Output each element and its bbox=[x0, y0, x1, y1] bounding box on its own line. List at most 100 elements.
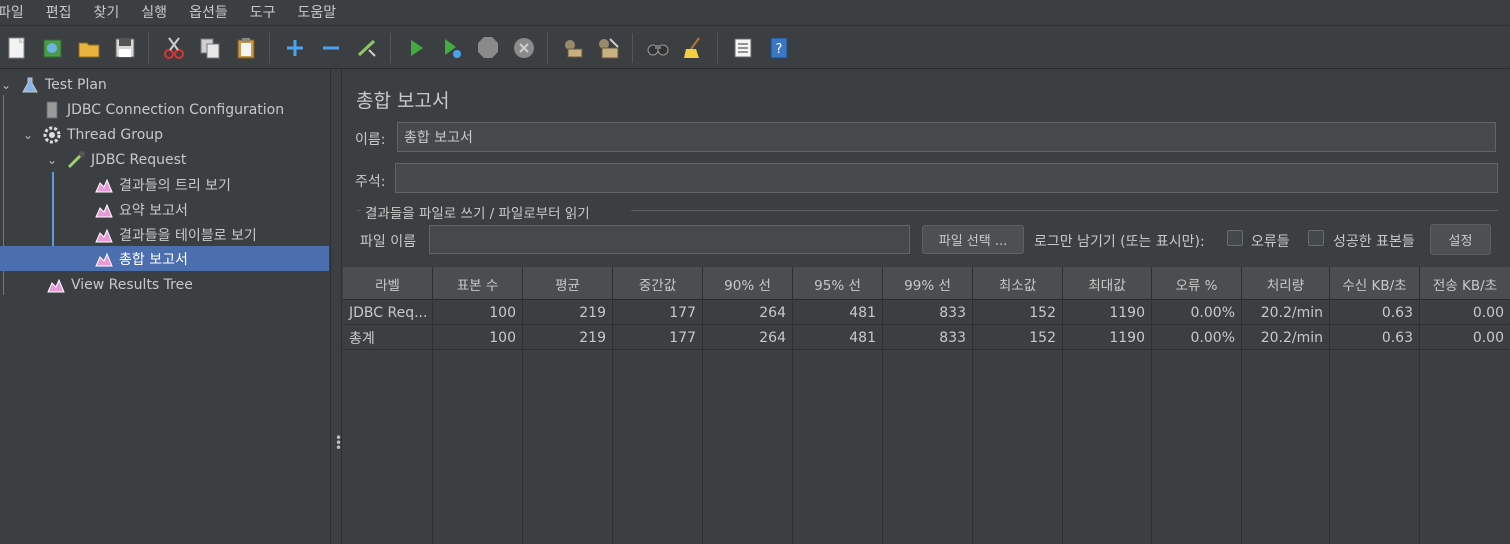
expand-icon[interactable] bbox=[280, 33, 310, 63]
menu-search[interactable]: 찾기 bbox=[94, 0, 120, 26]
errors-checkbox[interactable] bbox=[1227, 230, 1243, 246]
chevron-down-icon[interactable]: ⌄ bbox=[22, 128, 34, 142]
column-divider bbox=[1329, 300, 1330, 544]
column-header-95-line[interactable]: 95% 선 bbox=[793, 267, 883, 300]
collapse-icon[interactable] bbox=[316, 33, 346, 63]
tree-item-aggregate-report[interactable]: 총합 보고서 bbox=[0, 246, 329, 271]
comment-field[interactable] bbox=[395, 163, 1498, 193]
menu-run[interactable]: 실행 bbox=[141, 0, 167, 26]
cell-median: 177 bbox=[613, 325, 703, 350]
help-icon[interactable]: ? bbox=[764, 33, 794, 63]
column-divider bbox=[432, 300, 433, 544]
toolbar: ? bbox=[0, 27, 1510, 69]
filename-field[interactable] bbox=[429, 225, 910, 254]
clear-all-icon[interactable] bbox=[594, 33, 624, 63]
column-header-median[interactable]: 중간값 bbox=[613, 267, 703, 300]
stop-icon[interactable] bbox=[473, 33, 503, 63]
tree-item-label: 총합 보고서 bbox=[119, 251, 188, 268]
column-header-max[interactable]: 최대값 bbox=[1063, 267, 1152, 300]
menu-help[interactable]: 도움말 bbox=[297, 0, 336, 26]
paste-icon[interactable] bbox=[231, 33, 261, 63]
column-header-99-line[interactable]: 99% 선 bbox=[883, 267, 973, 300]
column-header-error-percent[interactable]: 오류 % bbox=[1152, 267, 1242, 300]
tree-item-summary-report[interactable]: 요약 보고서 bbox=[94, 197, 188, 222]
table-row[interactable]: JDBC Req... 100 219 177 264 481 833 152 … bbox=[343, 300, 1510, 325]
templates-icon[interactable] bbox=[38, 33, 68, 63]
shutdown-icon[interactable] bbox=[509, 33, 539, 63]
cell-sent-kb: 0.00 bbox=[1472, 329, 1504, 346]
cell-received-kb: 0.63 bbox=[1330, 300, 1420, 325]
cell-average: 219 bbox=[523, 325, 613, 350]
table-row[interactable]: 총계 100 219 177 264 481 833 152 1190 0.00… bbox=[343, 325, 1510, 350]
column-divider bbox=[1241, 300, 1242, 544]
name-field[interactable]: 총합 보고서 bbox=[397, 122, 1496, 152]
reset-search-icon[interactable] bbox=[679, 33, 709, 63]
tree-item-view-results-tree-kr[interactable]: 결과들의 트리 보기 bbox=[94, 172, 231, 197]
clear-icon[interactable] bbox=[558, 33, 588, 63]
toolbar-separator bbox=[390, 32, 391, 63]
column-header-samples[interactable]: 표본 수 bbox=[433, 267, 523, 300]
toggle-icon[interactable] bbox=[352, 33, 382, 63]
listener-icon bbox=[94, 200, 114, 220]
tree-item-label: 요약 보고서 bbox=[119, 202, 188, 219]
listener-icon bbox=[94, 225, 114, 245]
cell-90-line: 264 bbox=[703, 325, 793, 350]
tree-item-view-results-tree[interactable]: View Results Tree bbox=[46, 272, 193, 297]
toolbar-separator bbox=[148, 32, 149, 63]
pane-splitter[interactable]: • • • bbox=[330, 70, 342, 544]
tree-item-label: 결과들을 테이블로 보기 bbox=[119, 227, 257, 244]
cell-max: 1190 bbox=[1063, 300, 1152, 325]
column-header-average[interactable]: 평균 bbox=[523, 267, 613, 300]
column-divider bbox=[882, 300, 883, 544]
listener-icon bbox=[94, 175, 114, 195]
cell-throughput: 20.2/min bbox=[1242, 325, 1330, 350]
tree-item-label: Thread Group bbox=[67, 126, 164, 143]
configure-button[interactable]: 설정 bbox=[1430, 224, 1491, 255]
start-icon[interactable] bbox=[401, 33, 431, 63]
function-helper-icon[interactable] bbox=[728, 33, 758, 63]
cell-90-line: 264 bbox=[703, 300, 793, 325]
test-plan-tree: ⌄ Test Plan JDBC Connection Configuratio… bbox=[0, 70, 330, 544]
cell-sent-kb: 0.00 bbox=[1472, 304, 1504, 321]
chevron-down-icon[interactable]: ⌄ bbox=[0, 78, 12, 92]
new-icon[interactable] bbox=[2, 33, 32, 63]
tree-item-thread-group[interactable]: ⌄ Thread Group bbox=[22, 122, 163, 147]
cell-received-kb: 0.63 bbox=[1330, 325, 1420, 350]
page-title: 총합 보고서 bbox=[356, 90, 450, 112]
column-divider bbox=[1062, 300, 1063, 544]
column-header-90-line[interactable]: 90% 선 bbox=[703, 267, 793, 300]
group-border bbox=[631, 210, 1498, 211]
menu-bar: 파일 편집 찾기 실행 옵션들 도구 도움말 bbox=[0, 0, 1510, 26]
menu-options[interactable]: 옵션들 bbox=[189, 0, 228, 26]
menu-file[interactable]: 파일 bbox=[0, 0, 24, 26]
search-icon[interactable] bbox=[643, 33, 673, 63]
toolbar-separator bbox=[269, 32, 270, 63]
column-header-received-kb[interactable]: 수신 KB/초 bbox=[1330, 267, 1420, 300]
cell-average: 219 bbox=[523, 300, 613, 325]
tree-item-test-plan[interactable]: ⌄ Test Plan bbox=[0, 72, 107, 97]
tree-item-jdbc-connection-configuration[interactable]: JDBC Connection Configuration bbox=[22, 97, 284, 122]
tree-item-label: 결과들의 트리 보기 bbox=[119, 177, 231, 194]
cell-99-line: 833 bbox=[883, 325, 973, 350]
column-header-throughput[interactable]: 처리량 bbox=[1242, 267, 1330, 300]
column-header-label[interactable]: 라벨 bbox=[343, 267, 433, 300]
copy-icon[interactable] bbox=[195, 33, 225, 63]
cut-icon[interactable] bbox=[159, 33, 189, 63]
tree-item-label: JDBC Connection Configuration bbox=[67, 101, 285, 118]
open-icon[interactable] bbox=[74, 33, 104, 63]
cell-samples: 100 bbox=[433, 300, 523, 325]
toolbar-separator bbox=[547, 32, 548, 63]
column-header-sent-kb[interactable]: 전송 KB/초 bbox=[1420, 267, 1510, 300]
menu-tools[interactable]: 도구 bbox=[250, 0, 276, 26]
menu-edit[interactable]: 편집 bbox=[46, 0, 72, 26]
cell-median: 177 bbox=[613, 300, 703, 325]
toolbar-separator bbox=[632, 32, 633, 63]
successes-checkbox[interactable] bbox=[1308, 230, 1324, 246]
column-header-min[interactable]: 최소값 bbox=[973, 267, 1063, 300]
chevron-down-icon[interactable]: ⌄ bbox=[46, 153, 58, 167]
browse-button[interactable]: 파일 선택 ... bbox=[922, 225, 1024, 254]
start-no-pause-icon[interactable] bbox=[437, 33, 467, 63]
tree-item-jdbc-request[interactable]: ⌄ JDBC Request bbox=[46, 147, 186, 172]
tree-item-view-results-in-table[interactable]: 결과들을 테이블로 보기 bbox=[94, 222, 257, 247]
save-icon[interactable] bbox=[110, 33, 140, 63]
